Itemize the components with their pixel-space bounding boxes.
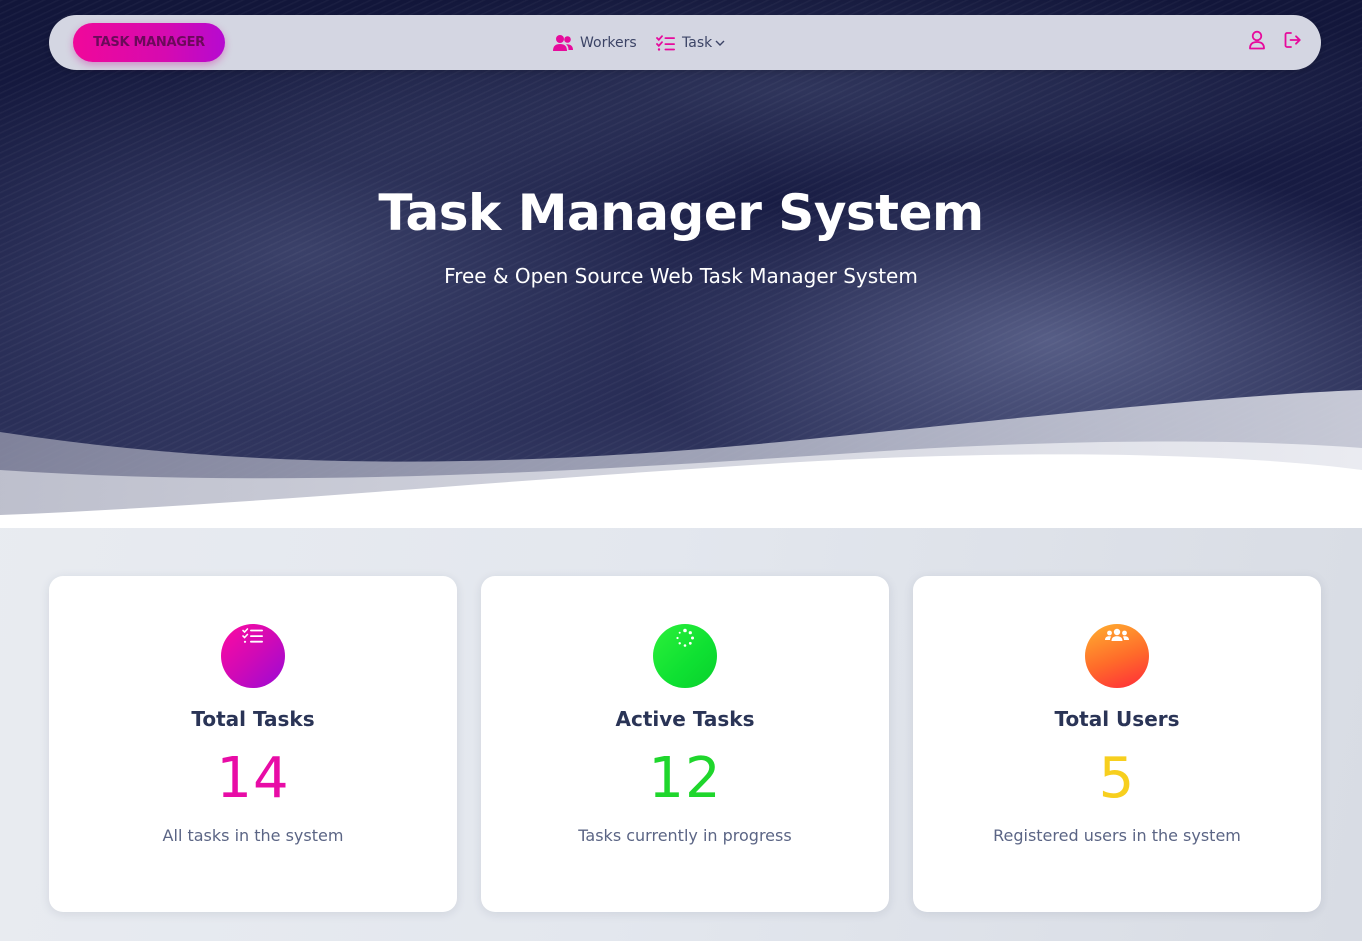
stat-card-active-tasks: Active Tasks 12 Tasks currently in progr… — [481, 576, 889, 912]
task-list-icon — [242, 628, 264, 649]
chevron-down-icon — [715, 39, 725, 47]
nav-task-dropdown[interactable]: Task — [656, 15, 725, 70]
task-list-icon — [656, 34, 676, 51]
stat-description: Tasks currently in progress — [578, 826, 792, 845]
stat-description: All tasks in the system — [162, 826, 344, 845]
hero-banner: Task Manager System Free & Open Source W… — [0, 0, 1362, 528]
stat-description: Registered users in the system — [993, 826, 1241, 845]
logout-button[interactable] — [1282, 31, 1304, 53]
stat-title: Active Tasks — [615, 707, 755, 731]
stat-card-total-users: Total Users 5 Registered users in the sy… — [913, 576, 1321, 912]
brand-logo-button[interactable]: TASK MANAGER — [73, 23, 225, 62]
users-icon — [552, 34, 574, 52]
stat-icon-badge — [653, 624, 717, 688]
spinner-icon — [675, 628, 695, 653]
top-navbar: TASK MANAGER Workers Task — [49, 15, 1321, 70]
user-icon — [1248, 30, 1266, 55]
stat-value: 5 — [1098, 746, 1136, 811]
nav-task-label: Task — [682, 34, 713, 51]
stat-icon-badge — [1085, 624, 1149, 688]
stat-value: 14 — [216, 746, 290, 811]
stat-title: Total Users — [1054, 707, 1180, 731]
nav-workers[interactable]: Workers — [552, 15, 637, 70]
users-group-icon — [1104, 628, 1130, 649]
user-profile-button[interactable] — [1246, 30, 1268, 55]
stat-title: Total Tasks — [191, 707, 315, 731]
logout-icon — [1284, 31, 1302, 54]
hero-title: Task Manager System — [378, 184, 984, 242]
stat-card-total-tasks: Total Tasks 14 All tasks in the system — [49, 576, 457, 912]
nav-workers-label: Workers — [580, 34, 637, 51]
hero-subtitle: Free & Open Source Web Task Manager Syst… — [444, 264, 918, 288]
stat-value: 12 — [648, 746, 722, 811]
stat-icon-badge — [221, 624, 285, 688]
